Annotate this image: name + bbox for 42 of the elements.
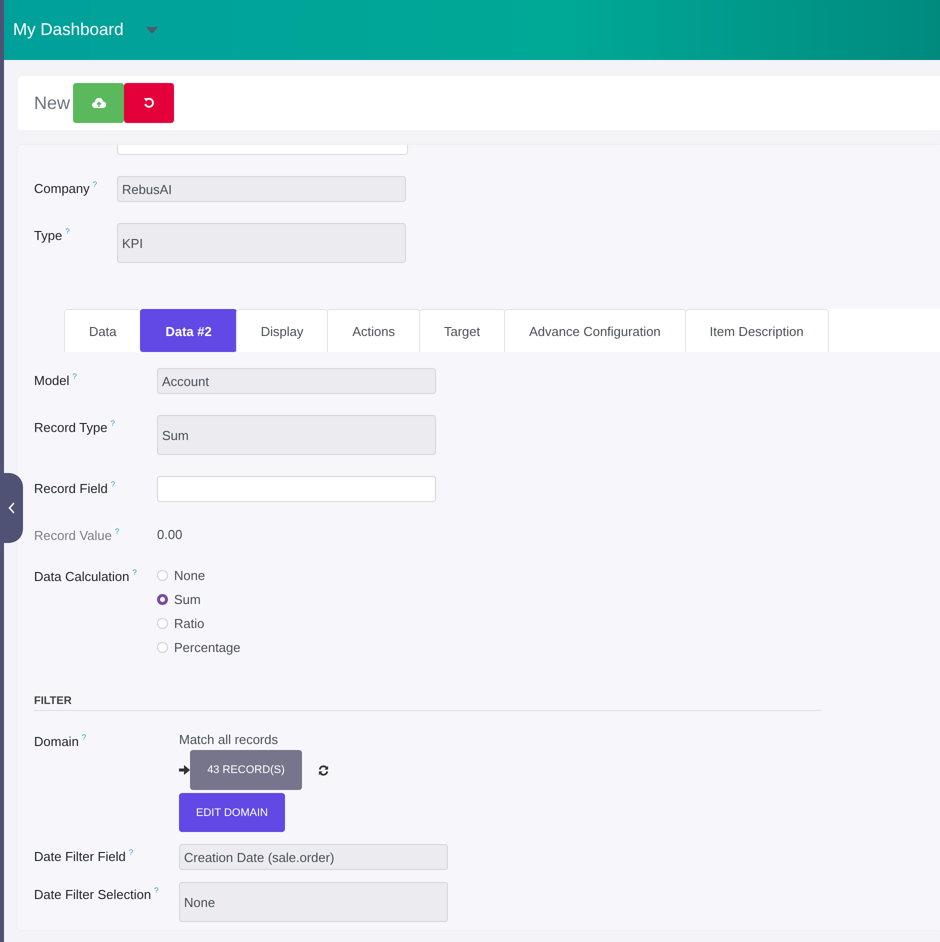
- refresh-icon[interactable]: [318, 764, 329, 776]
- input-field[interactable]: RebusAI: [117, 176, 406, 202]
- field-label: Date Filter Selection: [34, 887, 152, 902]
- field-value: 0.00: [157, 527, 182, 542]
- input-field[interactable]: Account: [157, 368, 436, 394]
- input-field[interactable]: Sum: [157, 415, 436, 455]
- field-label: Data Calculation: [34, 569, 130, 584]
- field-label: Company: [34, 181, 90, 196]
- field-label: Record Field: [34, 481, 108, 496]
- save-button[interactable]: [73, 83, 124, 123]
- undo-icon: [143, 97, 156, 109]
- field-label: Record Value: [34, 528, 112, 543]
- radio-label[interactable]: Sum: [174, 592, 201, 606]
- input-field[interactable]: KPI: [117, 223, 406, 263]
- tab[interactable]: Display: [236, 309, 328, 352]
- field-label: Model: [34, 373, 70, 388]
- input-field[interactable]: [117, 145, 408, 155]
- discard-button[interactable]: [124, 83, 174, 123]
- tab[interactable]: Data: [64, 309, 142, 352]
- tab[interactable]: Item Description: [684, 309, 829, 352]
- input-field[interactable]: [157, 476, 436, 502]
- breadcrumb: New: [34, 92, 70, 114]
- dashboard-title: My Dashboard: [13, 20, 124, 40]
- arrow-right-icon: [179, 765, 190, 775]
- radio-button[interactable]: [157, 594, 168, 604]
- caret-icon[interactable]: [146, 26, 158, 34]
- field-label: Domain: [34, 734, 79, 749]
- cloud-upload-icon: [92, 98, 106, 108]
- domain-summary: Match all records: [179, 732, 278, 747]
- records-button[interactable]: 43 RECORD(S): [190, 750, 302, 790]
- tab[interactable]: Data #2: [140, 309, 237, 352]
- radio-label[interactable]: Percentage: [174, 640, 240, 654]
- chevron-left-icon: [8, 502, 16, 514]
- radio-label[interactable]: None: [174, 568, 206, 582]
- field-label: Record Type: [34, 420, 108, 435]
- edit-domain-button[interactable]: EDIT DOMAIN: [179, 793, 285, 832]
- input-field[interactable]: Creation Date (sale.order): [179, 844, 448, 870]
- radio-label[interactable]: Ratio: [174, 616, 204, 630]
- field-label: Date Filter Field: [34, 849, 126, 864]
- section-title: FILTER: [34, 695, 821, 711]
- input-field[interactable]: None: [179, 882, 448, 922]
- field-label: Type: [34, 228, 62, 243]
